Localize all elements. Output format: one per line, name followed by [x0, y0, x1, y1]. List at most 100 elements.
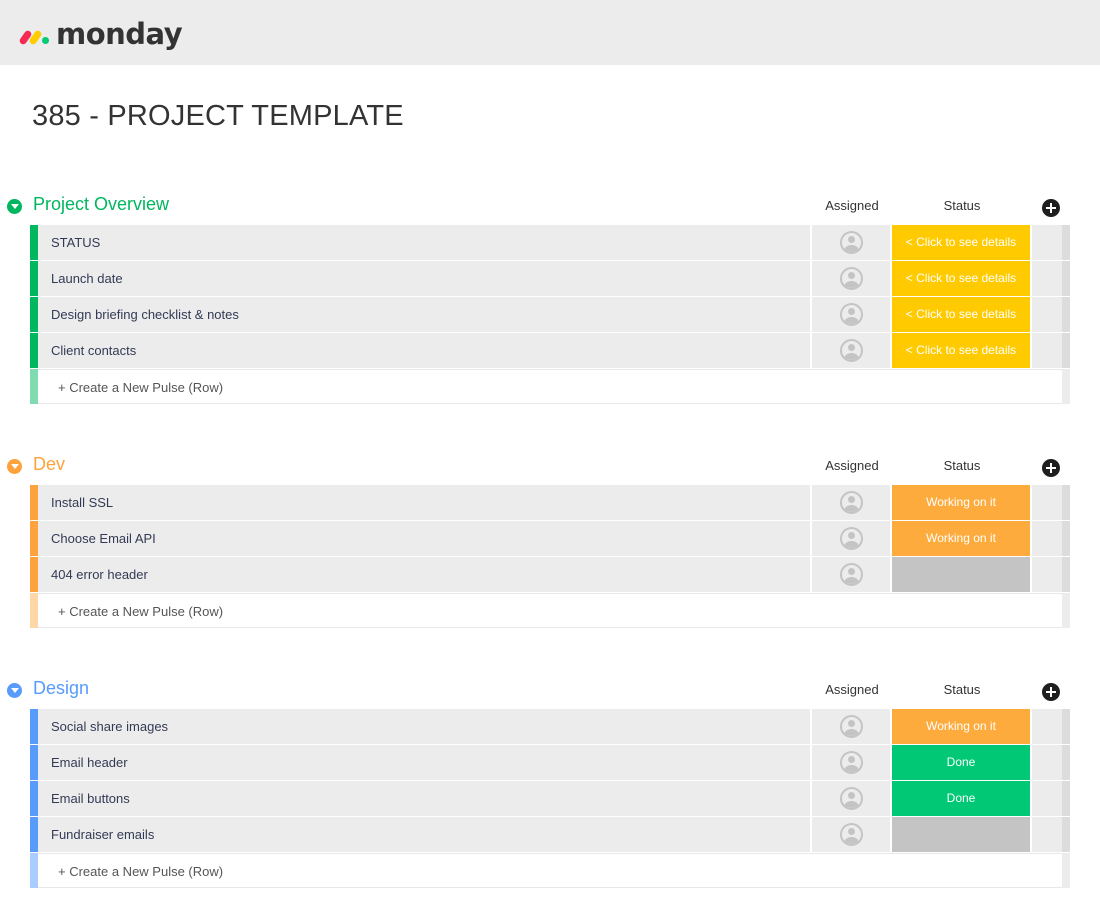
assigned-cell[interactable] — [812, 485, 890, 520]
status-cell[interactable]: < Click to see details — [892, 297, 1030, 332]
pulse-row[interactable]: Client contacts < Click to see details — [0, 333, 1100, 369]
person-placeholder-icon[interactable] — [840, 715, 863, 738]
column-header-status[interactable]: Status — [892, 682, 1032, 697]
person-placeholder-icon[interactable] — [840, 751, 863, 774]
pulse-row[interactable]: Email buttons Done — [0, 781, 1100, 817]
add-column-icon[interactable] — [1042, 199, 1060, 217]
pulse-name[interactable]: Client contacts — [51, 343, 136, 358]
monday-logo[interactable]: monday — [18, 16, 183, 52]
row-edge — [1062, 297, 1070, 332]
board-title[interactable]: 385 - PROJECT TEMPLATE — [32, 100, 404, 133]
pulse-row[interactable]: Install SSL Working on it — [0, 485, 1100, 521]
row-edge — [1062, 593, 1070, 628]
assigned-cell[interactable] — [812, 333, 890, 368]
pulse-name-cell[interactable]: Email buttons — [38, 781, 810, 816]
pulse-name-cell[interactable]: 404 error header — [38, 557, 810, 592]
status-cell[interactable]: < Click to see details — [892, 261, 1030, 296]
person-placeholder-icon[interactable] — [840, 491, 863, 514]
assigned-cell[interactable] — [812, 709, 890, 744]
group-header: Design Assigned Status — [0, 673, 1100, 709]
top-bar: monday — [0, 0, 1100, 65]
collapse-group-icon[interactable] — [7, 199, 22, 214]
pulse-name[interactable]: Email buttons — [51, 791, 130, 806]
pulse-row[interactable]: Choose Email API Working on it — [0, 521, 1100, 557]
assigned-cell[interactable] — [812, 261, 890, 296]
pulse-row[interactable]: STATUS < Click to see details — [0, 225, 1100, 261]
assigned-cell[interactable] — [812, 781, 890, 816]
pulse-name[interactable]: 404 error header — [51, 567, 148, 582]
new-pulse-cell[interactable]: + Create a New Pulse (Row) — [38, 853, 1062, 888]
status-cell[interactable]: Working on it — [892, 709, 1030, 744]
person-placeholder-icon[interactable] — [840, 787, 863, 810]
pulse-row[interactable]: 404 error header — [0, 557, 1100, 593]
create-new-pulse-input[interactable]: + Create a New Pulse (Row) — [58, 864, 223, 879]
add-column-icon[interactable] — [1042, 683, 1060, 701]
person-placeholder-icon[interactable] — [840, 303, 863, 326]
column-header-assigned[interactable]: Assigned — [812, 682, 892, 697]
group-title[interactable]: Dev — [33, 454, 65, 475]
pulse-row[interactable]: Design briefing checklist & notes < Click… — [0, 297, 1100, 333]
create-new-pulse-row[interactable]: + Create a New Pulse (Row) — [0, 593, 1100, 629]
assigned-cell[interactable] — [812, 297, 890, 332]
add-column-icon[interactable] — [1042, 459, 1060, 477]
person-placeholder-icon[interactable] — [840, 823, 863, 846]
pulse-name-cell[interactable]: Client contacts — [38, 333, 810, 368]
assigned-cell[interactable] — [812, 521, 890, 556]
assigned-cell[interactable] — [812, 557, 890, 592]
new-pulse-cell[interactable]: + Create a New Pulse (Row) — [38, 369, 1062, 404]
create-new-pulse-input[interactable]: + Create a New Pulse (Row) — [58, 604, 223, 619]
status-cell[interactable]: < Click to see details — [892, 333, 1030, 368]
group-header: Dev Assigned Status — [0, 449, 1100, 485]
assigned-cell[interactable] — [812, 745, 890, 780]
pulse-name[interactable]: Design briefing checklist & notes — [51, 307, 239, 322]
pulse-name-cell[interactable]: Launch date — [38, 261, 810, 296]
pulse-name-cell[interactable]: STATUS — [38, 225, 810, 260]
new-pulse-cell[interactable]: + Create a New Pulse (Row) — [38, 593, 1062, 628]
assigned-cell[interactable] — [812, 225, 890, 260]
assigned-cell[interactable] — [812, 817, 890, 852]
pulse-name[interactable]: Install SSL — [51, 495, 113, 510]
pulse-name[interactable]: Choose Email API — [51, 531, 156, 546]
column-header-status[interactable]: Status — [892, 458, 1032, 473]
status-cell[interactable]: Done — [892, 781, 1030, 816]
empty-cell — [1032, 781, 1062, 816]
create-new-pulse-row[interactable]: + Create a New Pulse (Row) — [0, 853, 1100, 889]
collapse-group-icon[interactable] — [7, 459, 22, 474]
pulse-name-cell[interactable]: Choose Email API — [38, 521, 810, 556]
group-header: Project Overview Assigned Status — [0, 189, 1100, 225]
pulse-name[interactable]: Fundraiser emails — [51, 827, 154, 842]
column-header-status[interactable]: Status — [892, 198, 1032, 213]
status-cell[interactable]: Done — [892, 745, 1030, 780]
pulse-name-cell[interactable]: Email header — [38, 745, 810, 780]
person-placeholder-icon[interactable] — [840, 231, 863, 254]
status-cell[interactable]: Working on it — [892, 521, 1030, 556]
person-placeholder-icon[interactable] — [840, 563, 863, 586]
pulse-row[interactable]: Email header Done — [0, 745, 1100, 781]
person-placeholder-icon[interactable] — [840, 339, 863, 362]
column-header-assigned[interactable]: Assigned — [812, 198, 892, 213]
pulse-row[interactable]: Social share images Working on it — [0, 709, 1100, 745]
pulse-row[interactable]: Fundraiser emails — [0, 817, 1100, 853]
group-title[interactable]: Project Overview — [33, 194, 169, 215]
status-cell[interactable]: < Click to see details — [892, 225, 1030, 260]
group-color-bar — [30, 781, 38, 816]
group-title[interactable]: Design — [33, 678, 89, 699]
pulse-name[interactable]: Email header — [51, 755, 128, 770]
pulse-row[interactable]: Launch date < Click to see details — [0, 261, 1100, 297]
pulse-name[interactable]: STATUS — [51, 235, 100, 250]
pulse-name-cell[interactable]: Fundraiser emails — [38, 817, 810, 852]
pulse-name[interactable]: Social share images — [51, 719, 168, 734]
pulse-name-cell[interactable]: Social share images — [38, 709, 810, 744]
column-header-assigned[interactable]: Assigned — [812, 458, 892, 473]
person-placeholder-icon[interactable] — [840, 527, 863, 550]
status-cell[interactable] — [892, 557, 1030, 592]
status-cell[interactable] — [892, 817, 1030, 852]
pulse-name-cell[interactable]: Design briefing checklist & notes — [38, 297, 810, 332]
create-new-pulse-input[interactable]: + Create a New Pulse (Row) — [58, 380, 223, 395]
pulse-name[interactable]: Launch date — [51, 271, 123, 286]
pulse-name-cell[interactable]: Install SSL — [38, 485, 810, 520]
collapse-group-icon[interactable] — [7, 683, 22, 698]
create-new-pulse-row[interactable]: + Create a New Pulse (Row) — [0, 369, 1100, 405]
person-placeholder-icon[interactable] — [840, 267, 863, 290]
status-cell[interactable]: Working on it — [892, 485, 1030, 520]
